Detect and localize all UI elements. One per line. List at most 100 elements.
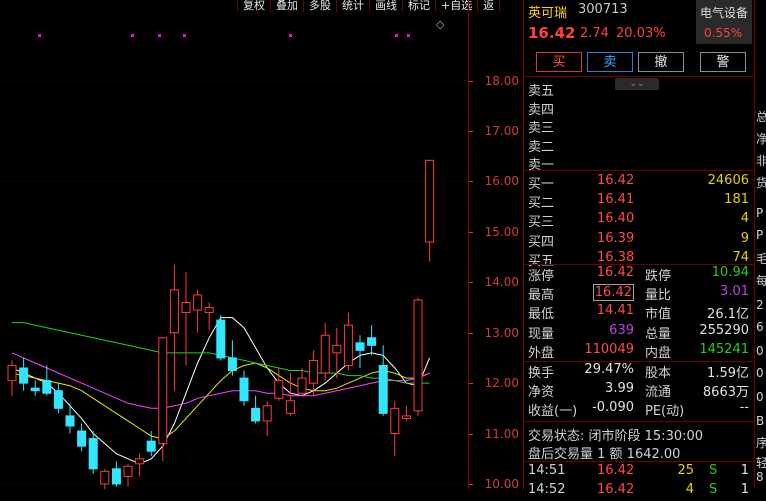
bid-price: 16.40	[597, 211, 635, 227]
candle-up	[343, 324, 353, 366]
stat-label: 内盘	[645, 345, 672, 361]
stat-row: 净资 3.99 流通 8663万	[524, 381, 754, 400]
tick-side: S	[709, 482, 718, 497]
edge-label: B	[756, 414, 765, 428]
stat-label: 最低	[528, 307, 555, 323]
last-price: 16.42	[528, 24, 576, 42]
y-tick-label: 13.00	[484, 325, 519, 340]
y-tick	[469, 383, 473, 385]
candle-down	[19, 367, 29, 384]
tick-time: 14:51	[528, 463, 566, 478]
ask-label: 卖四	[528, 102, 555, 118]
candle-down	[239, 377, 249, 402]
stat-row: 最低 14.41 市值 26.1亿	[524, 303, 754, 322]
candle-up	[401, 415, 411, 419]
bid-label: 买四	[528, 234, 555, 250]
sector-badge[interactable]: 电气设备 0.55%	[696, 0, 752, 44]
kline-chart[interactable]: ◇	[0, 0, 468, 489]
toolbar-item[interactable]: 多股	[303, 0, 337, 12]
ask-row: 卖二	[524, 136, 754, 155]
candle-up	[204, 307, 214, 314]
edge-label: 毛	[756, 250, 766, 267]
bid-volume: 181	[724, 192, 749, 208]
candle-down	[77, 430, 87, 447]
candle-up	[309, 359, 319, 384]
tick-volume: 25	[677, 463, 694, 478]
y-tick-label: 18.00	[484, 73, 519, 88]
sell-button[interactable]: 卖	[587, 52, 633, 72]
stat-row: 最高 16.42 量比 3.01	[524, 284, 754, 303]
candle-up	[320, 334, 330, 374]
ask-label: 卖三	[528, 121, 555, 136]
stat-value: 29.47%	[584, 362, 634, 377]
y-tick	[469, 483, 473, 485]
signal-marker	[289, 34, 292, 37]
bid-label: 买三	[528, 215, 555, 231]
candle-down	[146, 440, 156, 452]
candle-up	[262, 405, 272, 422]
edge-label: 0	[756, 366, 764, 380]
bid-price: 16.41	[597, 192, 635, 208]
stock-name[interactable]: 英可瑞	[528, 2, 567, 21]
candle-down	[88, 438, 98, 470]
candle-up	[297, 377, 307, 394]
sector-name: 电气设备	[700, 6, 749, 20]
ask-row: 卖三	[524, 117, 754, 136]
edge-label: 6	[756, 320, 764, 334]
y-tick	[469, 433, 473, 435]
bid-volume: 9	[740, 230, 749, 246]
toolbar-item[interactable]: 画线	[369, 0, 403, 12]
stat-value: 10.94	[711, 265, 749, 280]
divider	[524, 461, 754, 462]
candle-down	[251, 407, 261, 422]
stat-value: 8663万	[702, 385, 749, 401]
bid-volume: 24606	[707, 173, 749, 188]
tick-price: 16.42	[597, 463, 635, 478]
ask-label: 卖二	[528, 139, 555, 155]
y-tick	[469, 332, 473, 334]
cancel-order-button[interactable]: 撤	[638, 52, 684, 72]
stat-row: 涨停 16.42 跌停 10.94	[524, 265, 754, 284]
trade-status-text: 交易状态: 闭市阶段 15:30:00	[528, 429, 704, 444]
quote-panel: 英可瑞 300713 16.42 2.74 20.03% 电气设备 0.55% …	[523, 0, 754, 497]
edge-label: 序	[756, 434, 766, 451]
edge-label: 轻	[756, 454, 766, 471]
stat-label: 市值	[645, 307, 672, 323]
bid-row: 买一 16.42 24606	[524, 173, 754, 192]
stat-label: PE(动)	[645, 404, 685, 420]
signal-marker	[183, 34, 186, 37]
trade-status: 交易状态: 闭市阶段 15:30:00	[524, 425, 754, 444]
tick-time: 14:52	[528, 482, 566, 497]
toolbar-item[interactable]: 复权	[237, 0, 271, 12]
stat-label: 涨停	[528, 269, 555, 284]
y-tick-label: 17.00	[484, 124, 519, 139]
stat-value: 3.01	[720, 284, 749, 300]
candle-up	[332, 344, 342, 354]
stat-value: -0.090	[592, 400, 634, 416]
stat-label: 最高	[528, 288, 555, 304]
ask-row: 卖五	[524, 80, 754, 99]
candle-up	[7, 364, 17, 382]
y-tick-label: 11.00	[484, 426, 519, 441]
candle-up	[390, 407, 400, 435]
alert-button[interactable]: 警	[700, 52, 746, 72]
after-hours: 盘后交易量 1 额 1642.00	[524, 443, 754, 462]
stat-label: 股本	[645, 366, 672, 381]
buy-button[interactable]: 买	[536, 52, 582, 72]
tick-row: 14:52 16.42 4 S 1	[524, 482, 754, 501]
edge-label: 8	[756, 470, 764, 484]
bid-row: 买三 16.40 4	[524, 211, 754, 230]
stat-label: 现量	[528, 326, 555, 342]
y-tick	[469, 80, 473, 82]
stock-code: 300713	[578, 2, 628, 17]
bid-label: 买二	[528, 196, 555, 212]
toolbar-item[interactable]: 统计	[336, 0, 370, 12]
bid-row: 买四 16.39 9	[524, 231, 754, 250]
toolbar-item[interactable]: 叠加	[270, 0, 304, 12]
toolbar-item[interactable]: 标记	[402, 0, 436, 12]
bid-price: 16.42	[597, 173, 635, 188]
candle-down	[216, 319, 226, 359]
diamond-icon: ◇	[436, 18, 445, 31]
stat-value: 16.42	[596, 265, 634, 280]
candle-down	[227, 357, 237, 372]
